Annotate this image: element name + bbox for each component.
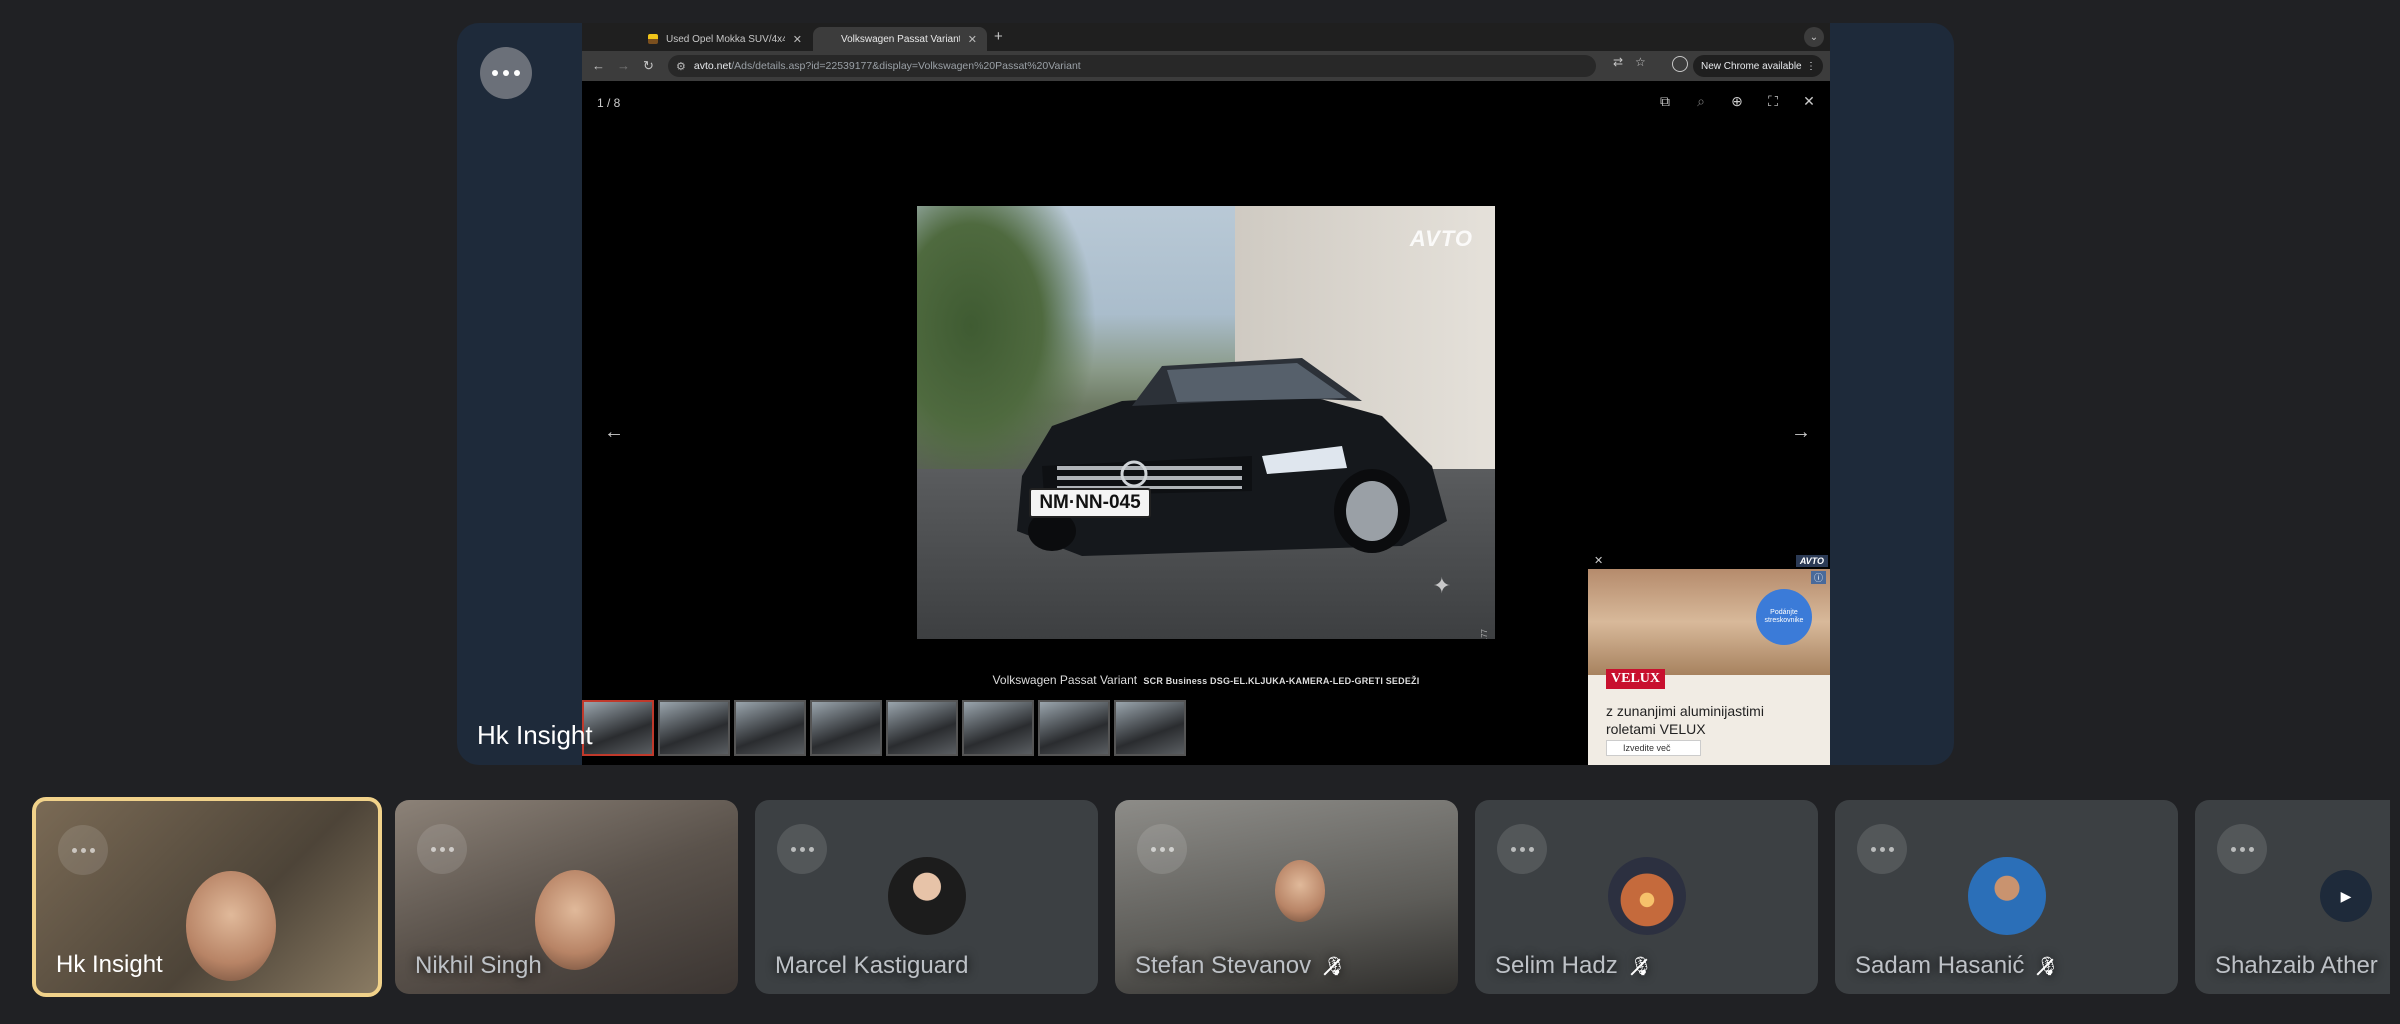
participant-name: Marcel Kastiguard — [775, 952, 969, 979]
ad-source-logo: AVTO — [1795, 555, 1828, 567]
reload-icon[interactable]: ↻ — [643, 58, 654, 74]
mic-off-icon: 🎙 — [1323, 955, 1346, 976]
participant-video — [186, 871, 276, 981]
lightbox-toolbar: ⧉ ⌕ ⊕ ⛶ ✕ — [1656, 93, 1818, 110]
thumbnail[interactable] — [734, 700, 806, 756]
participant-more-icon[interactable] — [58, 825, 108, 875]
browser-tab-active[interactable]: Volkswagen Passat Variant SCR ✕ — [813, 27, 987, 51]
license-plate: NM·NN-045 — [1029, 488, 1151, 518]
participant-name: Nikhil Singh — [415, 952, 542, 979]
close-icon[interactable]: ✕ — [1800, 93, 1818, 110]
avto-watermark: AVTO — [1409, 226, 1473, 251]
browser-tab[interactable]: Used Opel Mokka SUV/4x4/Pick-up ✕ — [638, 27, 812, 51]
ad-close-icon[interactable]: ✕ — [1594, 554, 1603, 567]
participant-tile[interactable]: Sadam Hasanić 🎙 — [1835, 800, 2178, 994]
participant-tile[interactable]: Marcel Kastiguard — [755, 800, 1098, 994]
site-info-icon[interactable]: ⚙ — [676, 60, 686, 73]
shared-screen: Used Opel Mokka SUV/4x4/Pick-up ✕ Volksw… — [582, 23, 1830, 765]
participant-more-icon[interactable] — [1497, 824, 1547, 874]
participant-tile[interactable]: Hk Insight — [32, 797, 382, 997]
participant-tile[interactable]: Nikhil Singh — [395, 800, 738, 994]
velux-ad[interactable]: ✕ AVTO ⓘ Podánjte streskovnike VELUX z z… — [1588, 555, 1830, 765]
presenter-name: Hk Insight — [477, 720, 593, 750]
participant-more-icon[interactable] — [1857, 824, 1907, 874]
translate-icon[interactable]: ⇄ — [1613, 55, 1623, 69]
new-tab-button[interactable]: + — [994, 28, 1003, 45]
caption-details: SCR Business DSG-EL.KLJUKA-KAMERA-LED-GR… — [1143, 676, 1420, 686]
fullscreen-icon[interactable]: ⛶ — [1764, 93, 1782, 110]
forward-arrow-icon[interactable]: → — [617, 58, 630, 73]
ad-text: z zunanjimi aluminijastimi roletami VELU… — [1606, 703, 1764, 738]
tab-title: Volkswagen Passat Variant SCR — [841, 33, 960, 45]
participant-name: Sadam Hasanić 🎙 — [1855, 952, 2060, 979]
car-illustration — [1017, 358, 1447, 556]
mic-off-icon: 🎙 — [2036, 955, 2060, 976]
participant-name: Stefan Stevanov 🎙 — [1135, 952, 1346, 979]
kebab-menu-icon[interactable]: ⋮ — [1806, 61, 1816, 72]
participant-name: Selim Hadz 🎙 — [1495, 952, 1653, 979]
address-bar[interactable]: ⚙ avto.net /Ads/details.asp?id=22539177&… — [668, 55, 1596, 77]
participant-tile[interactable]: Stefan Stevanov 🎙 — [1115, 800, 1458, 994]
thumbnail[interactable] — [1114, 700, 1186, 756]
next-participants-chevron-icon[interactable]: ▶ — [2320, 870, 2372, 922]
zoom-out-icon[interactable]: ⌕ — [1692, 93, 1710, 110]
copy-icon[interactable]: ⧉ — [1656, 93, 1674, 110]
zoom-in-icon[interactable]: ⊕ — [1728, 93, 1746, 110]
next-image-arrow-icon[interactable]: → — [1791, 421, 1811, 444]
participant-tile[interactable]: Selim Hadz 🎙 — [1475, 800, 1818, 994]
participant-video — [1275, 860, 1325, 922]
close-tab-icon[interactable]: ✕ — [968, 33, 977, 46]
stage-more-options-button[interactable] — [480, 47, 532, 99]
tab-title: Used Opel Mokka SUV/4x4/Pick-up — [666, 33, 785, 45]
participant-avatar — [887, 857, 966, 935]
thumbnail-strip — [582, 700, 1186, 756]
thumbnail[interactable] — [810, 700, 882, 756]
thumbnail[interactable] — [658, 700, 730, 756]
favicon-icon — [823, 34, 833, 44]
profile-icon[interactable] — [1672, 56, 1688, 72]
car-photo: NM·NN-045 AVTO ✦ ID: 22539177 — [917, 206, 1495, 639]
presentation-stage: Used Opel Mokka SUV/4x4/Pick-up ✕ Volksw… — [457, 23, 1954, 765]
participant-more-icon[interactable] — [1137, 824, 1187, 874]
browser-toolbar: ← → ↻ ⚙ avto.net /Ads/details.asp?id=225… — [582, 51, 1830, 81]
participant-name: Shahzaib Ather — [2215, 952, 2378, 979]
url-path: /Ads/details.asp?id=22539177&display=Vol… — [731, 60, 1081, 72]
participant-more-icon[interactable] — [417, 824, 467, 874]
mic-off-icon: 🎙 — [1629, 955, 1653, 976]
favicon-icon — [648, 34, 658, 44]
participant-video — [535, 870, 615, 970]
participant-name: Hk Insight — [56, 951, 163, 978]
ad-cta-button[interactable]: Izvedite več — [1606, 740, 1701, 756]
caption-title: Volkswagen Passat Variant — [992, 673, 1138, 687]
participant-more-icon[interactable] — [777, 824, 827, 874]
update-chrome-button[interactable]: New Chrome available ⋮ — [1693, 55, 1823, 77]
ad-info-icon[interactable]: ⓘ — [1810, 571, 1826, 584]
thumbnail[interactable] — [962, 700, 1034, 756]
bookmark-star-icon[interactable]: ☆ — [1635, 55, 1646, 69]
participant-avatar — [1607, 857, 1686, 935]
thumbnail[interactable] — [1038, 700, 1110, 756]
tab-search-icon[interactable]: ⌄ — [1804, 27, 1824, 47]
previous-image-arrow-icon[interactable]: ← — [604, 421, 624, 444]
close-tab-icon[interactable]: ✕ — [793, 33, 802, 46]
participant-avatar — [1967, 857, 2046, 935]
thumbnail[interactable] — [886, 700, 958, 756]
ad-bubble: Podánjte streskovnike — [1756, 589, 1812, 645]
sparkle-icon: ✦ — [1432, 573, 1451, 598]
update-label: New Chrome available — [1701, 60, 1802, 72]
image-counter: 1 / 8 — [597, 96, 621, 110]
velux-logo: VELUX — [1606, 669, 1666, 689]
back-arrow-icon[interactable]: ← — [592, 58, 605, 73]
ad-id: ID: 22539177 — [1480, 629, 1489, 639]
browser-tab-strip: Used Opel Mokka SUV/4x4/Pick-up ✕ Volksw… — [582, 23, 1830, 51]
url-domain: avto.net — [693, 60, 732, 72]
participant-more-icon[interactable] — [2217, 824, 2267, 874]
